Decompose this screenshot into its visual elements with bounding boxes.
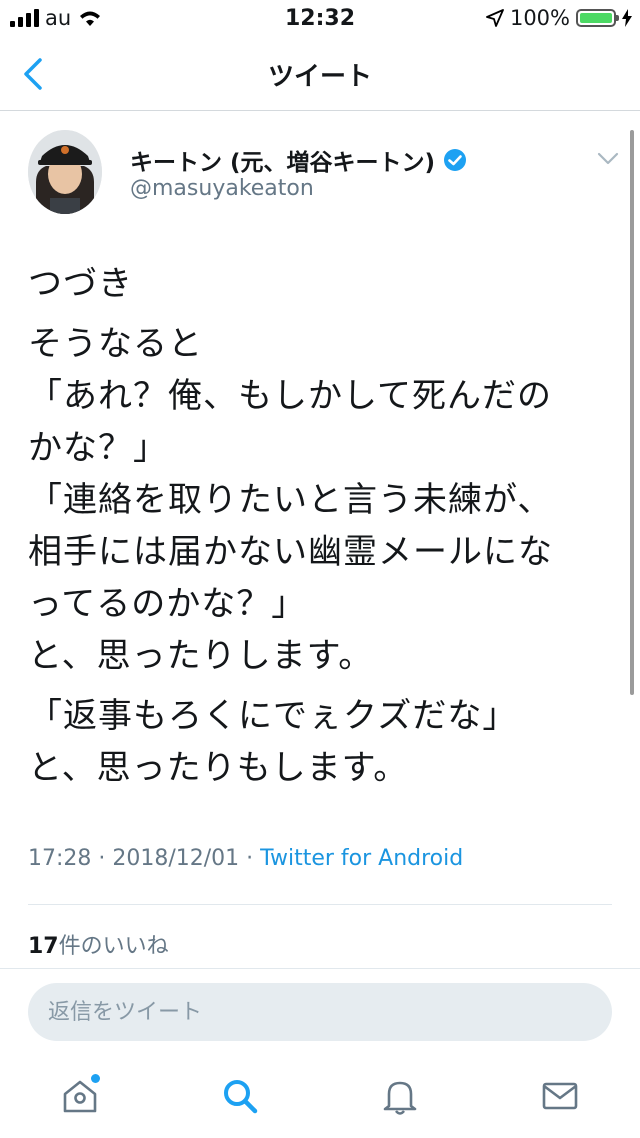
- reply-input[interactable]: [28, 983, 612, 1041]
- location-icon: [486, 9, 504, 27]
- status-bar: au 12:32 100%: [0, 0, 640, 38]
- tweet-paragraph: そうなると 「あれ？俺、もしかして死んだの かな？」 「連絡を取りたいと言う未練…: [28, 324, 553, 676]
- tweet-source-link[interactable]: Twitter for Android: [260, 846, 463, 871]
- tweet-paragraph: つづき: [28, 264, 133, 304]
- messages-icon: [542, 1082, 578, 1110]
- tweet-text: つづき そうなると 「あれ？俺、もしかして死んだの かな？」 「連絡を取りたいと…: [28, 258, 618, 794]
- reply-box[interactable]: [28, 983, 612, 1041]
- status-right: 100%: [486, 6, 632, 30]
- verified-badge-icon: [444, 149, 467, 171]
- tab-search[interactable]: [218, 1074, 262, 1118]
- divider: [28, 904, 612, 905]
- battery-icon: [576, 9, 619, 27]
- divider: [0, 968, 640, 969]
- tweet-meta: 17:28 · 2018/12/01 · Twitter for Android: [28, 846, 463, 871]
- author-name[interactable]: キートン (元、増谷キートン): [130, 143, 467, 177]
- scrollbar[interactable]: [630, 130, 634, 695]
- tweet-options-button[interactable]: [596, 150, 620, 168]
- nav-bar: ツイート: [0, 38, 640, 111]
- battery-fill: [580, 13, 612, 23]
- new-tweets-dot: [91, 1074, 100, 1083]
- search-icon: [224, 1080, 258, 1114]
- avatar[interactable]: [28, 130, 102, 214]
- tab-notifications[interactable]: [378, 1074, 422, 1118]
- likes-count-link[interactable]: 17件のいいね: [28, 928, 169, 960]
- likes-label: 件のいいね: [58, 934, 169, 959]
- charging-icon: [622, 9, 632, 27]
- battery-percent: 100%: [509, 6, 570, 30]
- avatar-image: [28, 130, 102, 214]
- author-display-name: キートン (元、増谷キートン): [130, 150, 436, 176]
- notifications-icon: [383, 1081, 417, 1115]
- chevron-down-icon: [597, 152, 619, 165]
- tab-messages[interactable]: [538, 1074, 582, 1118]
- page-title: ツイート: [267, 62, 372, 92]
- tab-bar: [0, 1066, 640, 1138]
- likes-count: 17: [28, 934, 59, 959]
- tweet-timestamp: 17:28 · 2018/12/01 ·: [28, 846, 261, 871]
- author-handle[interactable]: @masuyakeaton: [130, 176, 314, 201]
- tweet-paragraph: 「返事もろくにでぇクズだな」 と、思ったりもします。: [28, 696, 518, 788]
- tab-home[interactable]: [58, 1074, 102, 1118]
